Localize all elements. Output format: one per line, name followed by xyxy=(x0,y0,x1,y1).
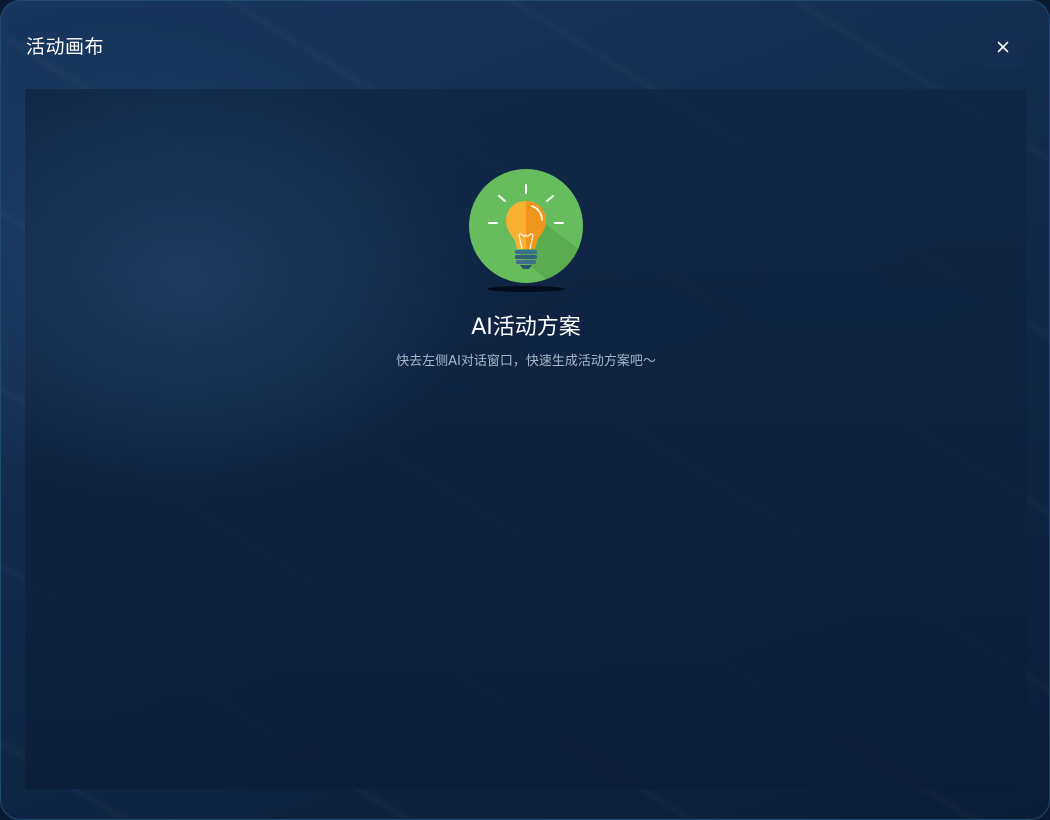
close-button[interactable] xyxy=(981,25,1024,68)
canvas-area: AI活动方案 快去左侧AI对话窗口，快速生成活动方案吧～ xyxy=(25,89,1027,789)
empty-state: AI活动方案 快去左侧AI对话窗口，快速生成活动方案吧～ xyxy=(25,169,1027,371)
dialog-title: 活动画布 xyxy=(26,36,105,58)
activity-canvas-dialog: 活动画布 AI活动方案 快去左侧AI对话窗口，快速生成活动方案吧～ xyxy=(0,0,1050,820)
close-icon xyxy=(997,41,1008,52)
dialog-header: 活动画布 xyxy=(1,1,1049,89)
lightbulb-icon xyxy=(466,169,586,295)
empty-state-description: 快去左侧AI对话窗口，快速生成活动方案吧～ xyxy=(396,354,656,369)
empty-state-title: AI活动方案 xyxy=(471,315,581,340)
